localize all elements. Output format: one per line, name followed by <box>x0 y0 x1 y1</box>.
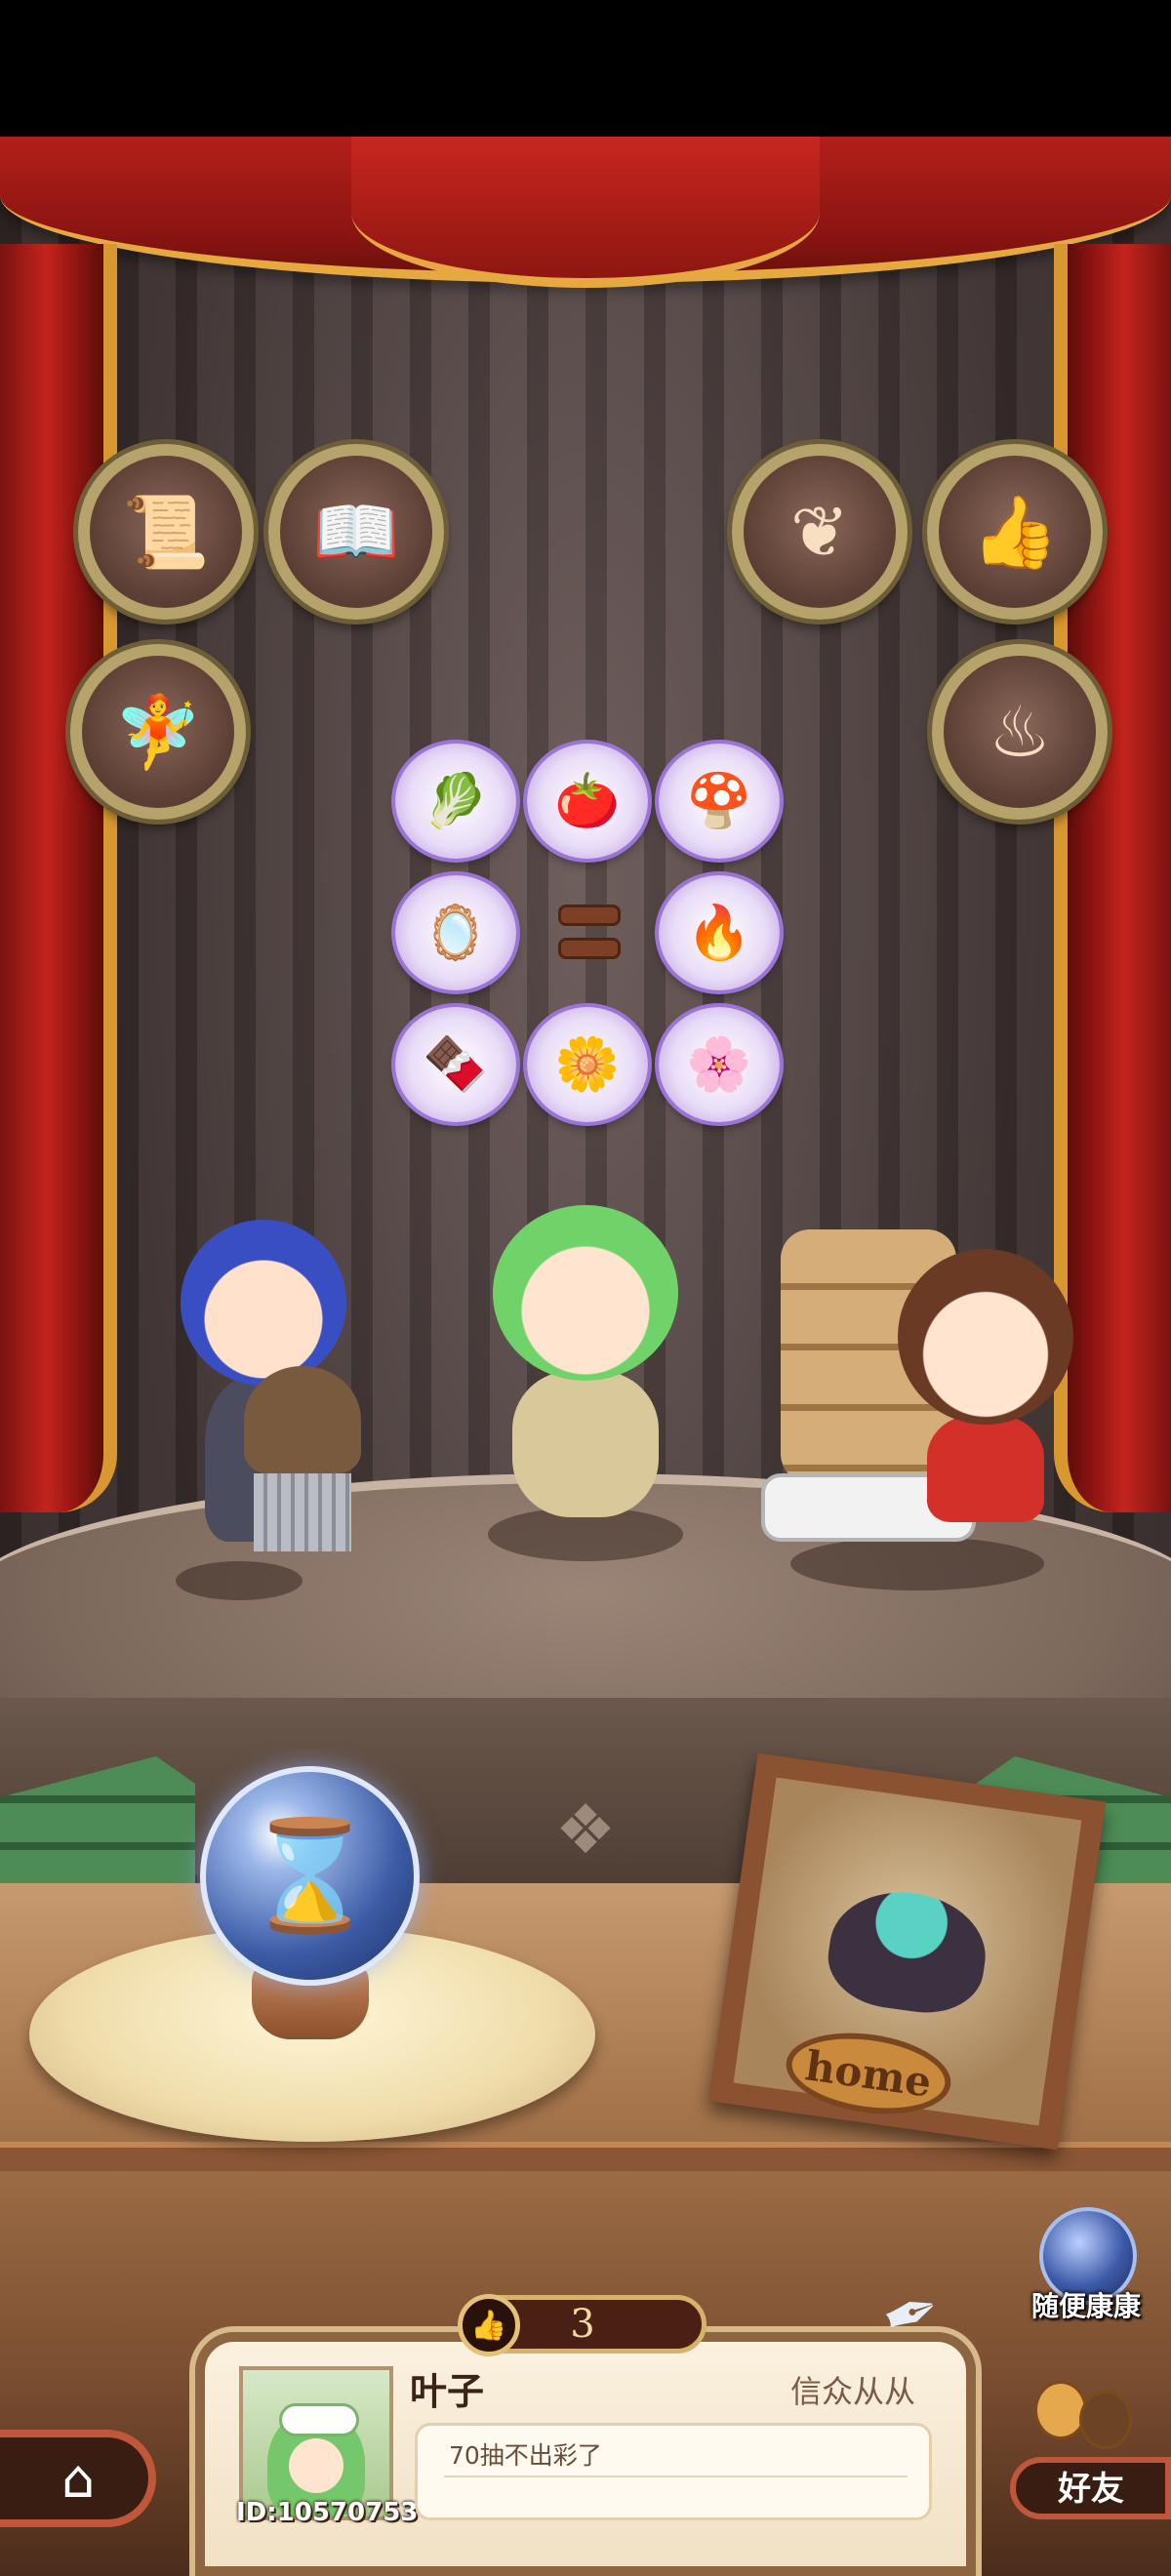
item-ore[interactable]: 🔥 <box>659 875 780 990</box>
status-bar <box>0 0 1171 137</box>
hourglass-crystal-ball[interactable]: ⌛ <box>200 1766 420 1986</box>
like-counter[interactable]: 👍 3 <box>458 2294 707 2356</box>
fairy-badge[interactable]: 🧚 <box>70 644 246 820</box>
home-button[interactable]: ⌂ <box>0 2430 156 2527</box>
thumbs-up-icon: 👍 <box>971 490 1059 573</box>
plant-ornament-icon: ❦ <box>789 491 850 573</box>
character-body <box>512 1371 659 1517</box>
certificate-icon: 📜 <box>122 490 210 573</box>
mud-monster <box>239 1366 366 1551</box>
curtain-left <box>0 244 117 1512</box>
empty-slot-icon <box>558 905 621 959</box>
home-icon: ⌂ <box>61 2447 96 2510</box>
floor-edge <box>0 2142 1171 2171</box>
character-leaf-girl[interactable] <box>459 1205 712 1517</box>
tomato-icon: 🍅 <box>554 770 621 831</box>
purple-flower-icon: 🌸 <box>686 1033 752 1095</box>
item-leek[interactable]: 🥬 <box>395 744 516 859</box>
character-shadow <box>176 1561 303 1600</box>
hourglass-icon: ⌛ <box>243 1813 377 1938</box>
character-shadow <box>790 1537 1044 1590</box>
item-mushroom[interactable]: 🍄 <box>659 744 780 859</box>
friends-label: 好友 <box>1058 2470 1124 2509</box>
message-text: 70抽不出彩了 <box>449 2441 602 2470</box>
chocolate-icon: 🍫 <box>423 1033 489 1095</box>
cauldron-icon: ♨ <box>988 691 1052 773</box>
thumbs-up-icon: 👍 <box>458 2294 520 2356</box>
certificate-badge[interactable]: 📜 <box>78 444 254 620</box>
mirror-icon: 🪞 <box>423 902 489 963</box>
flower-icon: 🌼 <box>554 1033 621 1095</box>
item-mirror[interactable]: 🪞 <box>395 875 516 990</box>
fairy-icon: 🧚 <box>114 690 202 773</box>
message-divider <box>444 2475 908 2477</box>
thumbs-up-badge[interactable]: 👍 <box>927 444 1103 620</box>
plant-ornament-badge[interactable]: ❦ <box>732 444 908 620</box>
friends-icon <box>1034 2381 1151 2459</box>
item-chocolate[interactable]: 🍫 <box>395 1007 516 1122</box>
user-id: ID:10570753 <box>236 2498 419 2527</box>
book-badge[interactable]: 📖 <box>268 444 444 620</box>
character-body <box>927 1415 1044 1522</box>
diamond-ornament-icon: ❖ <box>554 1790 617 1870</box>
random-visit-label: 随便康康 <box>1030 2290 1141 2322</box>
character-red-dress-girl[interactable] <box>878 1249 1093 1522</box>
item-tomato[interactable]: 🍅 <box>527 744 648 859</box>
cauldron-badge[interactable]: ♨ <box>932 644 1108 820</box>
character-head <box>493 1205 678 1381</box>
book-icon: 📖 <box>312 490 400 573</box>
user-title: 信众从从 <box>790 2373 916 2410</box>
ore-icon: 🔥 <box>686 902 752 963</box>
character-head <box>898 1249 1073 1425</box>
item-flower[interactable]: 🌼 <box>527 1007 648 1122</box>
like-count: 3 <box>570 2302 595 2347</box>
cauldron-icon <box>822 1882 993 2021</box>
character-head <box>181 1220 346 1386</box>
leek-icon: 🥬 <box>423 770 489 831</box>
mushroom-icon: 🍄 <box>686 770 752 831</box>
user-name: 叶子 <box>410 2370 485 2413</box>
item-purple-flower[interactable]: 🌸 <box>659 1007 780 1122</box>
